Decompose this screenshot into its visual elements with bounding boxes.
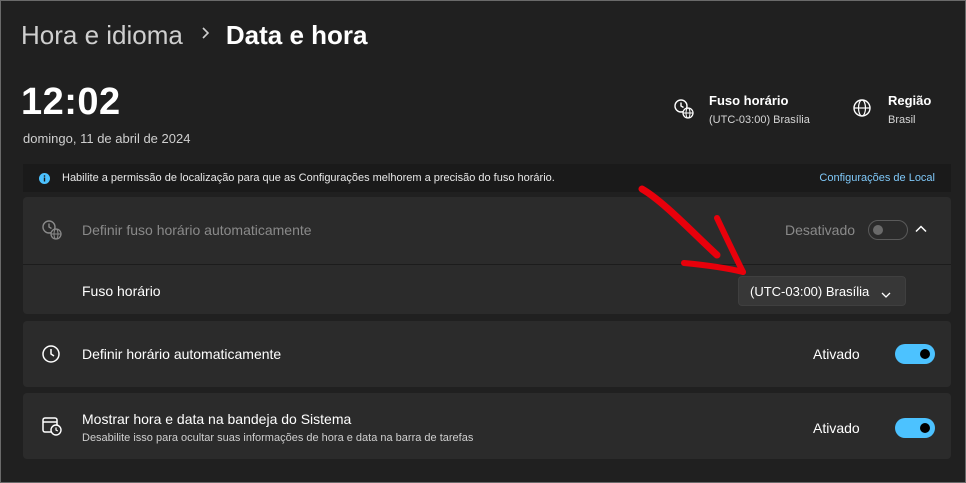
annotation-arrow <box>638 185 746 275</box>
settings-window: Hora e idioma Data e hora 12:02 domingo,… <box>0 0 966 483</box>
